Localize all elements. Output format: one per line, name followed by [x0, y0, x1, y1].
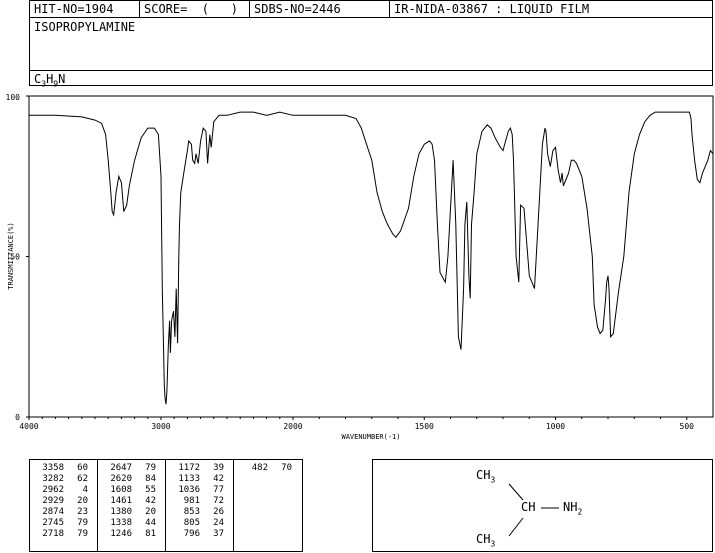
peak-row: 2647 79	[98, 463, 165, 474]
peak-row: 853 26	[166, 507, 233, 518]
structure-diagram: CH3 CH NH2 CH3	[372, 459, 713, 552]
y-tick-label: 0	[15, 413, 20, 422]
peak-row: 482 70	[234, 463, 302, 474]
peak-transmittance: 26	[213, 507, 224, 517]
peak-row: 1172 39	[166, 463, 233, 474]
peak-wavenumber: 482	[251, 463, 268, 473]
peak-wavenumber: 1380	[110, 507, 132, 517]
peak-row: 1036 77	[166, 485, 233, 496]
peak-table: 3358 60 3282 62 2962 4 2929 20 2874 23 2745 79 2718 7…	[29, 459, 303, 552]
peak-wavenumber: 2745	[42, 518, 64, 528]
peak-wavenumber: 1246	[110, 529, 132, 539]
peak-transmittance: 20	[145, 507, 156, 517]
x-axis: 4000 3000 2000 1500 1000 500	[19, 417, 694, 431]
peak-wavenumber: 2718	[42, 529, 64, 539]
plot-frame	[28, 95, 714, 418]
peak-transmittance: 60	[77, 463, 88, 473]
peak-transmittance: 23	[77, 507, 88, 517]
structure-bonds	[508, 483, 559, 537]
peak-wavenumber: 3282	[42, 474, 64, 484]
peak-wavenumber: 3358	[42, 463, 64, 473]
y-tick-label: 100	[6, 93, 21, 102]
peak-transmittance: 37	[213, 529, 224, 539]
peak-column: 1172 39 1133 42 1036 77 981 72 853 26 805 24 796 37	[166, 460, 234, 551]
peak-row: 1608 55	[98, 485, 165, 496]
peak-row: 2929 20	[30, 496, 97, 507]
x-tick-label: 500	[680, 422, 695, 431]
peak-row: 2962 4	[30, 485, 97, 496]
peak-row: 3282 62	[30, 474, 97, 485]
peak-wavenumber: 981	[183, 496, 200, 506]
peak-row: 2718 79	[30, 529, 97, 540]
x-axis-label: WAVENUMBER(-1)	[341, 433, 400, 441]
peak-transmittance: 79	[145, 463, 156, 473]
peak-transmittance: 4	[82, 485, 88, 495]
peak-transmittance: 77	[213, 485, 224, 495]
y-axis-label: TRANSMITTANCE(%)	[7, 222, 15, 289]
peak-wavenumber: 1172	[178, 463, 200, 473]
peak-transmittance: 39	[213, 463, 224, 473]
peak-wavenumber: 2874	[42, 507, 64, 517]
peak-row: 805 24	[166, 518, 233, 529]
peak-row: 2874 23	[30, 507, 97, 518]
peak-transmittance: 84	[145, 474, 156, 484]
x-tick-label: 3000	[151, 422, 170, 431]
peak-wavenumber: 1338	[110, 518, 132, 528]
peak-transmittance: 55	[145, 485, 156, 495]
peak-transmittance: 70	[281, 463, 292, 473]
peak-row: 796 37	[166, 529, 233, 540]
peak-transmittance: 44	[145, 518, 156, 528]
peak-row: 1133 42	[166, 474, 233, 485]
peak-wavenumber: 2620	[110, 474, 132, 484]
peak-row: 1338 44	[98, 518, 165, 529]
peak-row: 1461 42	[98, 496, 165, 507]
peak-transmittance: 24	[213, 518, 224, 528]
peak-transmittance: 42	[213, 474, 224, 484]
peak-transmittance: 79	[77, 518, 88, 528]
peak-column: 482 70	[234, 460, 302, 551]
peak-column: 2647 79 2620 84 1608 55 1461 42 1380 20 1338 44 1246…	[98, 460, 166, 551]
peak-transmittance: 20	[77, 496, 88, 506]
peak-wavenumber: 2647	[110, 463, 132, 473]
peak-transmittance: 62	[77, 474, 88, 484]
peak-row: 1246 81	[98, 529, 165, 540]
x-tick-label: 2000	[283, 422, 302, 431]
peak-wavenumber: 796	[183, 529, 200, 539]
peak-row: 2745 79	[30, 518, 97, 529]
spectrum-line	[29, 111, 714, 405]
peak-wavenumber: 1608	[110, 485, 132, 495]
x-tick-label: 1500	[415, 422, 434, 431]
peak-wavenumber: 853	[183, 507, 200, 517]
x-tick-label: 1000	[546, 422, 565, 431]
peak-wavenumber: 1461	[110, 496, 132, 506]
peak-column: 3358 60 3282 62 2962 4 2929 20 2874 23 2745 79 2718 7…	[30, 460, 98, 551]
peak-transmittance: 79	[77, 529, 88, 539]
peak-row: 1380 20	[98, 507, 165, 518]
peak-wavenumber: 1133	[178, 474, 200, 484]
peak-transmittance: 42	[145, 496, 156, 506]
peak-transmittance: 72	[213, 496, 224, 506]
peak-row: 3358 60	[30, 463, 97, 474]
peak-row: 2620 84	[98, 474, 165, 485]
peak-wavenumber: 2929	[42, 496, 64, 506]
peak-wavenumber: 2962	[42, 485, 64, 495]
peak-wavenumber: 805	[183, 518, 200, 528]
peak-row: 981 72	[166, 496, 233, 507]
x-tick-label: 4000	[19, 422, 38, 431]
peak-wavenumber: 1036	[178, 485, 200, 495]
peak-transmittance: 81	[145, 529, 156, 539]
